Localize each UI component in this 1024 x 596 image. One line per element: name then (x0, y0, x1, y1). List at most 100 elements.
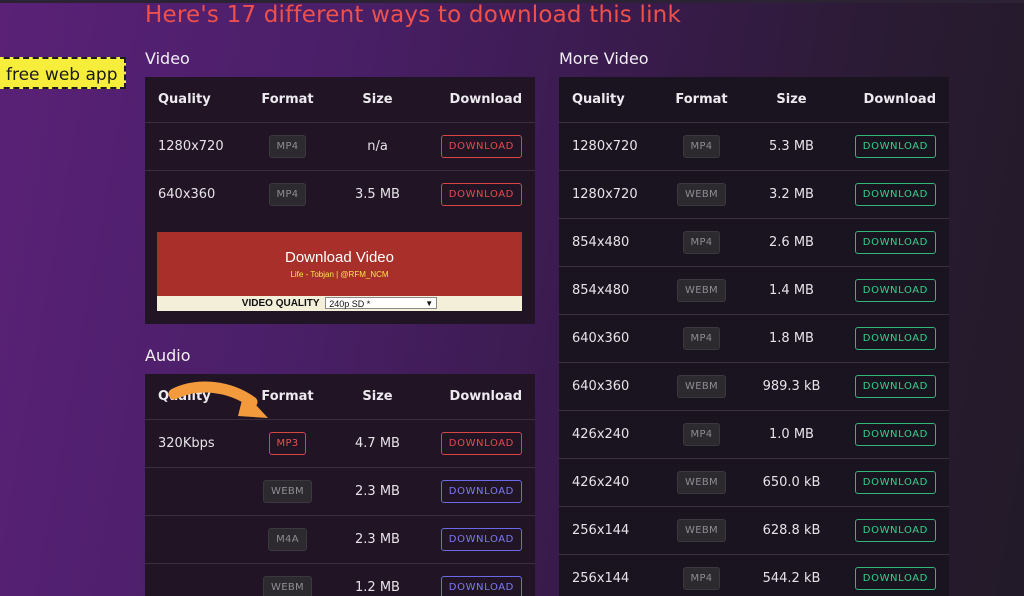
size-cell: 5.3 MB (749, 122, 834, 171)
table-row: 854x480 MP4 2.6 MB DOWNLOAD (559, 218, 949, 267)
download-button[interactable]: DOWNLOAD (440, 135, 522, 158)
col-format: Format (240, 77, 335, 123)
download-cell: DOWNLOAD (834, 410, 949, 459)
download-cell: DOWNLOAD (834, 506, 949, 555)
format-badge: WEBM (677, 183, 726, 206)
format-badge: MP4 (268, 135, 307, 158)
audio-card: Quality Format Size Download 320Kbps MP3… (145, 374, 535, 596)
table-row: 854x480 WEBM 1.4 MB DOWNLOAD (559, 266, 949, 315)
download-button[interactable]: DOWNLOAD (854, 279, 936, 302)
format-badge: MP4 (682, 135, 721, 158)
col-format: Format (654, 77, 749, 123)
size-cell: 1.0 MB (749, 410, 834, 459)
format-cell: MP4 (240, 122, 335, 171)
table-row: 1280x720 MP4 n/a DOWNLOAD (145, 122, 535, 171)
banner-subtitle: Life - Tobjan | @RFM_NCM (290, 270, 389, 279)
size-cell: 2.3 MB (335, 467, 420, 516)
download-button[interactable]: DOWNLOAD (440, 576, 522, 596)
table-row: 320Kbps MP3 4.7 MB DOWNLOAD (145, 419, 535, 468)
video-table: Quality Format Size Download 1280x720 MP… (145, 77, 535, 218)
size-cell: 3.5 MB (355, 187, 400, 202)
download-cell: DOWNLOAD (420, 515, 535, 564)
format-cell: WEBM (654, 458, 749, 507)
format-cell: MP4 (654, 410, 749, 459)
download-button[interactable]: DOWNLOAD (854, 567, 936, 590)
download-button[interactable]: DOWNLOAD (854, 375, 936, 398)
download-cell: DOWNLOAD (834, 218, 949, 267)
quality-cell (145, 564, 240, 596)
table-row: 426x240 WEBM 650.0 kB DOWNLOAD (559, 458, 949, 507)
download-button[interactable]: DOWNLOAD (440, 480, 522, 503)
size-cell: 1.8 MB (749, 314, 834, 363)
download-button[interactable]: DOWNLOAD (440, 183, 522, 206)
format-cell: WEBM (654, 506, 749, 555)
video-quality-select[interactable]: 240p SD * ▼ (325, 297, 438, 310)
download-cell: DOWNLOAD (420, 122, 535, 171)
download-button[interactable]: DOWNLOAD (854, 135, 936, 158)
quality-cell: 854x480 (559, 218, 654, 267)
table-row: 256x144 WEBM 628.8 kB DOWNLOAD (559, 506, 949, 555)
download-button[interactable]: DOWNLOAD (440, 432, 522, 455)
download-button[interactable]: DOWNLOAD (854, 183, 936, 206)
format-cell: MP4 (654, 218, 749, 267)
download-cell: DOWNLOAD (834, 314, 949, 363)
col-download: Download (834, 77, 949, 123)
format-badge: WEBM (677, 279, 726, 302)
download-button[interactable]: DOWNLOAD (854, 231, 936, 254)
format-cell: M4A (240, 515, 335, 564)
col-size: Size (749, 77, 834, 123)
table-row: 426x240 MP4 1.0 MB DOWNLOAD (559, 410, 949, 459)
video-quality-label: VIDEO QUALITY (241, 298, 320, 309)
video-quality-value: 240p SD * (329, 299, 371, 310)
more-video-card: Quality Format Size Download 1280x720 MP… (559, 77, 949, 596)
download-cell: DOWNLOAD (420, 467, 535, 516)
format-cell: MP3 (240, 419, 335, 468)
download-cell: DOWNLOAD (420, 171, 535, 219)
download-video-banner[interactable]: Download Video Life - Tobjan | @RFM_NCM … (157, 232, 522, 311)
table-row: 1280x720 MP4 5.3 MB DOWNLOAD (559, 122, 949, 171)
col-download: Download (420, 77, 535, 123)
audio-section-title: Audio (145, 346, 191, 365)
download-button[interactable]: DOWNLOAD (854, 423, 936, 446)
free-web-app-badge[interactable]: free web app (0, 57, 126, 89)
quality-cell: 1280x720 (559, 170, 654, 219)
format-badge: WEBM (263, 480, 312, 503)
format-badge: MP4 (682, 231, 721, 254)
size-cell: 544.2 kB (762, 571, 821, 586)
download-button[interactable]: DOWNLOAD (854, 519, 936, 542)
download-cell: DOWNLOAD (420, 564, 535, 596)
download-button[interactable]: DOWNLOAD (854, 327, 936, 350)
quality-cell (145, 467, 240, 516)
download-button[interactable]: DOWNLOAD (854, 471, 936, 494)
size-cell: 2.3 MB (335, 515, 420, 564)
format-cell: WEBM (240, 564, 335, 596)
format-badge: M4A (268, 528, 307, 551)
table-row: WEBM 1.2 MB DOWNLOAD (145, 564, 535, 596)
size-cell: 1.4 MB (749, 266, 834, 315)
download-cell: DOWNLOAD (834, 555, 949, 596)
col-quality: Quality (559, 77, 654, 123)
quality-cell: 640x360 (559, 314, 654, 363)
format-cell: MP4 (240, 171, 335, 219)
size-cell: n/a (335, 122, 420, 171)
download-cell: DOWNLOAD (834, 122, 949, 171)
col-size: Size (335, 374, 420, 420)
table-row: 640x360 MP4 3.5 MB DOWNLOAD (145, 171, 535, 219)
download-cell: DOWNLOAD (834, 170, 949, 219)
quality-cell (145, 515, 240, 564)
table-row: M4A 2.3 MB DOWNLOAD (145, 515, 535, 564)
size-cell: 650.0 kB (749, 458, 834, 507)
quality-cell: 426x240 (559, 458, 654, 507)
col-quality: Quality (145, 374, 240, 420)
table-row: 640x360 WEBM 989.3 kB DOWNLOAD (559, 362, 949, 411)
format-cell: MP4 (654, 122, 749, 171)
format-badge: MP4 (268, 183, 307, 206)
format-cell: WEBM (654, 362, 749, 411)
table-header-row: Quality Format Size Download (145, 374, 535, 420)
size-cell: 3.2 MB (749, 170, 834, 219)
download-button[interactable]: DOWNLOAD (440, 528, 522, 551)
more-video-table: Quality Format Size Download 1280x720 MP… (559, 77, 949, 596)
table-header-row: Quality Format Size Download (559, 77, 949, 123)
format-badge: MP4 (682, 567, 721, 590)
format-badge: MP4 (682, 327, 721, 350)
